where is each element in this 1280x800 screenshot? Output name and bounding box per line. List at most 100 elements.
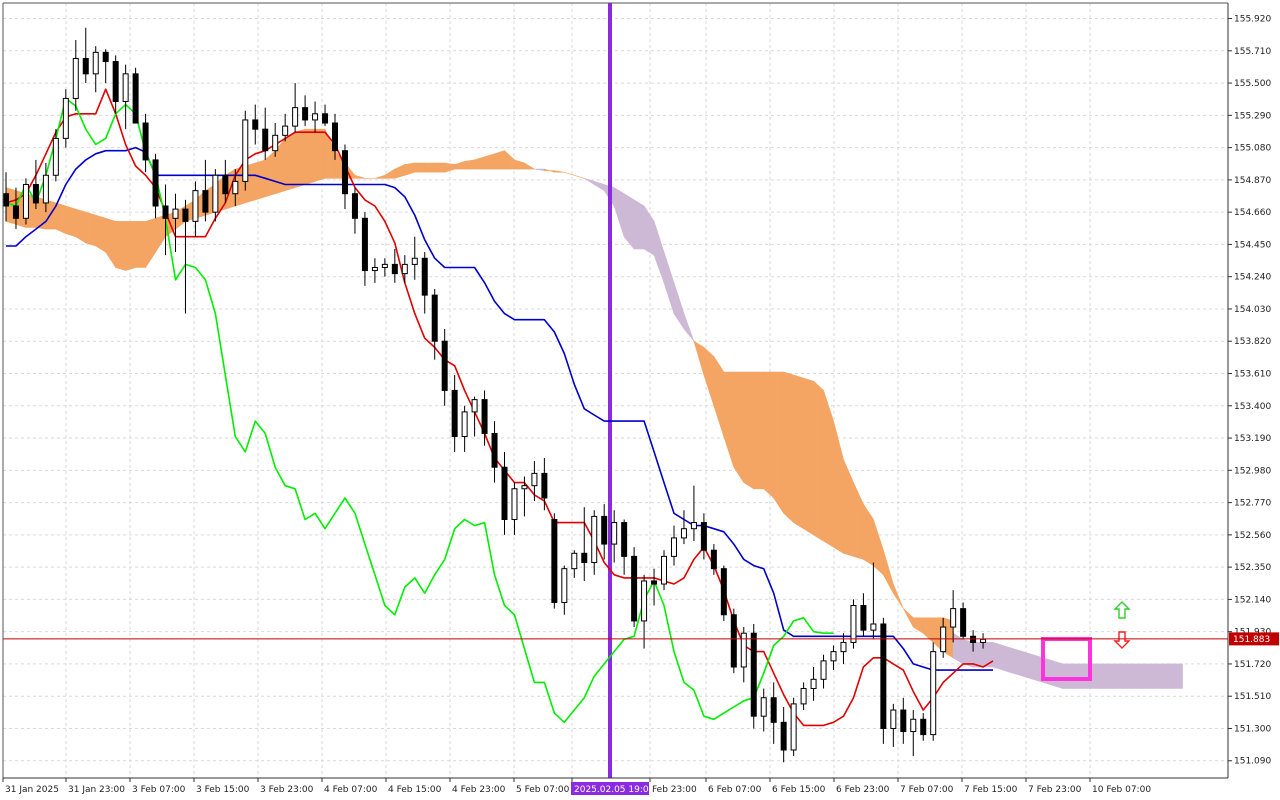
candle-body-bear	[82, 57, 89, 75]
y-tick-label: 151.090	[1234, 757, 1271, 767]
candle-body-bear	[142, 122, 149, 161]
candle-body-bull	[52, 137, 59, 176]
candle-body-bear	[900, 709, 907, 733]
candle-body-bear	[252, 119, 259, 130]
y-tick-label: 153.820	[1234, 337, 1271, 347]
candle[interactable]	[850, 599, 857, 649]
cloud-segment	[1142, 663, 1153, 689]
candle-body-bear	[332, 122, 339, 152]
y-tick-label: 154.240	[1234, 273, 1271, 283]
cloud-segment	[284, 131, 296, 192]
candle-body-bear	[441, 340, 448, 391]
candle[interactable]	[132, 67, 139, 124]
candle-body-bear	[920, 718, 927, 736]
candle-body-bear	[720, 568, 727, 616]
candle-body-bull	[910, 718, 917, 733]
candle-body-bull	[401, 263, 408, 275]
y-tick-label: 153.190	[1234, 434, 1271, 444]
x-tick-label: 7 Feb 07:00	[900, 785, 954, 795]
candle-body-bull	[42, 174, 49, 204]
candle-body-bull	[172, 208, 179, 219]
cloud-segment	[1102, 663, 1113, 689]
candle-body-bull	[930, 651, 937, 736]
candle-body-bull	[561, 568, 568, 603]
x-tick-label: 7 Feb 15:00	[964, 785, 1018, 795]
cloud-segment	[304, 128, 316, 185]
candle-body-bull	[192, 190, 199, 222]
candle-body-bear	[12, 205, 19, 219]
x-tick-label: 5 Feb 07:00	[516, 785, 570, 795]
candle-body-bear	[601, 515, 608, 545]
candle-body-bull	[92, 51, 99, 75]
candle-body-bull	[591, 515, 598, 564]
cloud-segment	[992, 641, 1004, 671]
ichimoku-chart[interactable]: 155.920 155.710 155.500 155.290 155.080 154.8…	[0, 0, 1280, 800]
candle-body-bull	[122, 73, 129, 103]
cloud-segment	[1172, 663, 1183, 689]
y-tick-label: 151.720	[1234, 660, 1271, 670]
candle[interactable]	[720, 565, 727, 621]
candle-body-bull	[521, 485, 528, 490]
cloud-segment	[414, 162, 426, 173]
cloud-segment	[95, 214, 106, 253]
candle[interactable]	[551, 513, 558, 609]
cloud-segment	[1062, 663, 1074, 689]
y-tick-label: 154.450	[1234, 240, 1271, 250]
candle-body-bull	[820, 660, 827, 680]
candle-body-bull	[371, 266, 378, 272]
candle[interactable]	[790, 697, 797, 757]
cloud-segment	[434, 162, 446, 173]
candle[interactable]	[930, 642, 937, 741]
cloud-segment	[972, 642, 984, 668]
cloud-segment	[494, 150, 505, 170]
candle-body-bull	[680, 528, 687, 539]
time-axis[interactable]: 31 Jan 2025 31 Jan 23:00 3 Feb 07:00 3 Feb …	[2, 778, 1151, 795]
candle[interactable]	[242, 110, 249, 191]
y-tick-label: 155.920	[1234, 15, 1271, 25]
cloud-segment	[135, 221, 146, 268]
candle-body-bear	[491, 432, 498, 468]
candle-body-bear	[780, 721, 787, 751]
candle[interactable]	[730, 608, 737, 674]
candle-body-bear	[3, 193, 9, 207]
candle-body-bear	[162, 205, 169, 219]
candle-body-bear	[860, 605, 867, 631]
y-tick-label: 151.300	[1234, 724, 1271, 734]
candle-body-bull	[461, 411, 468, 438]
candle-body-bear	[710, 549, 717, 570]
candle-body-bull	[641, 580, 648, 622]
cloud-segment	[813, 380, 824, 542]
candle[interactable]	[661, 550, 668, 591]
cloud-segment	[424, 162, 436, 173]
cloud-segment	[1112, 663, 1123, 689]
y-tick-label: 152.140	[1234, 595, 1271, 605]
x-tick-label: 3 Feb 07:00	[132, 785, 186, 795]
candle-body-bear	[880, 623, 887, 729]
candle-body-bull	[22, 183, 29, 219]
y-tick-label: 153.400	[1234, 402, 1271, 412]
price-axis[interactable]: 155.920 155.710 155.500 155.290 155.080 154.8…	[1228, 15, 1271, 767]
y-tick-label: 155.080	[1234, 144, 1271, 154]
candle[interactable]	[62, 89, 69, 148]
candle-body-bear	[302, 107, 309, 121]
cloud-segment	[743, 371, 755, 490]
y-tick-label: 151.510	[1234, 692, 1271, 702]
candle-body-bear	[32, 183, 39, 204]
candle-body-bull	[890, 709, 897, 729]
cloud-segment	[793, 374, 804, 530]
candle-body-bear	[481, 399, 488, 434]
candle-body-bear	[541, 472, 548, 499]
cloud-segment	[962, 638, 974, 668]
candle-body-bull	[830, 651, 837, 662]
cloud-segment	[1132, 663, 1143, 689]
candle-body-bull	[242, 119, 249, 182]
candle[interactable]	[750, 623, 757, 729]
cloud-segment	[803, 377, 814, 536]
candle[interactable]	[880, 617, 887, 744]
y-tick-label: 155.500	[1234, 79, 1271, 89]
candle[interactable]	[631, 547, 638, 628]
candle-body-bull	[760, 697, 767, 717]
cloud-segment	[1012, 648, 1024, 677]
candle[interactable]	[22, 178, 29, 225]
candle-body-bear	[730, 614, 737, 668]
